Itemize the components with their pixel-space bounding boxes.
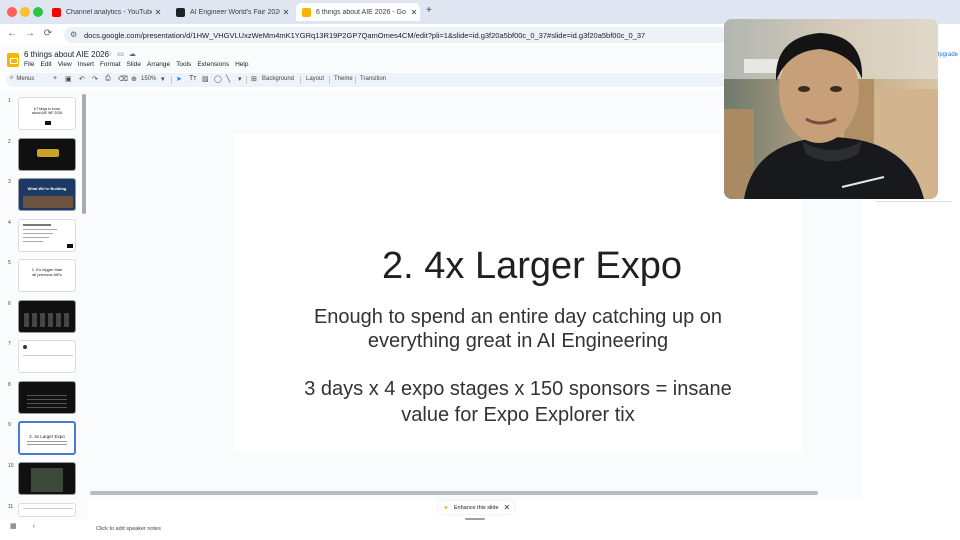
tab-ai-engineer[interactable]: AI Engineer World's Fair 2026 ✕: [170, 3, 292, 21]
thumbnail-graphic: [37, 149, 59, 157]
paint-format-icon[interactable]: ⌫: [118, 75, 128, 83]
move-folder-icon[interactable]: ▭: [117, 51, 129, 58]
zoom-select[interactable]: 150%: [141, 76, 156, 82]
print-icon[interactable]: ⎙: [105, 75, 111, 83]
text-box-icon[interactable]: Tт: [189, 75, 196, 82]
layout-button[interactable]: Layout: [306, 76, 324, 82]
menu-format[interactable]: Format: [100, 61, 121, 68]
line-dropdown-icon[interactable]: ▾: [238, 75, 242, 83]
slide-thumbnail[interactable]: [18, 340, 76, 373]
slide-thumbnail[interactable]: 6 Things to know about AIE WF 2026: [18, 97, 76, 130]
maximize-window-button[interactable]: [33, 7, 43, 17]
image-icon[interactable]: ▨: [202, 75, 209, 83]
slide-title[interactable]: 2. 4x Larger Expo: [233, 245, 831, 288]
thumbnail-logo: [45, 121, 51, 125]
menu-tools[interactable]: Tools: [176, 61, 191, 68]
menu-extensions[interactable]: Extensions: [197, 61, 229, 68]
tab-google-slides[interactable]: 6 things about AIE 2026 - Go ✕: [296, 3, 420, 21]
line-icon[interactable]: ╲: [226, 75, 230, 83]
grid-view-icon[interactable]: ▦: [10, 523, 17, 530]
slide-thumbnail[interactable]: [18, 462, 76, 495]
menu-slide[interactable]: Slide: [127, 61, 141, 68]
close-window-button[interactable]: [7, 7, 17, 17]
toolbar-divider: [329, 76, 330, 84]
slide-filmstrip: 1 6 Things to know about AIE WF 2026 2 3…: [0, 90, 88, 520]
background-button[interactable]: Background: [262, 76, 294, 82]
transition-button[interactable]: Transition: [360, 76, 386, 82]
current-slide[interactable]: 2. 4x Larger Expo Enough to spend an ent…: [233, 133, 803, 453]
shape-icon[interactable]: ◯: [214, 75, 222, 83]
close-icon[interactable]: ✕: [152, 8, 164, 17]
reload-button[interactable]: ⟳: [41, 28, 55, 39]
sparkle-icon: ✦: [443, 504, 449, 512]
cloud-status-icon[interactable]: ☁: [129, 51, 141, 58]
toolbar-divider: [355, 76, 356, 84]
new-slide-layout-icon[interactable]: ▣: [65, 75, 72, 83]
close-icon[interactable]: ✕: [408, 8, 420, 17]
minimize-window-button[interactable]: [20, 7, 30, 17]
slide-thumbnail[interactable]: [18, 138, 76, 171]
menu-arrange[interactable]: Arrange: [147, 61, 170, 68]
slide-thumbnail[interactable]: [18, 381, 76, 414]
collapse-filmstrip-icon[interactable]: ‹: [33, 523, 35, 530]
slide-thumbnail[interactable]: [18, 503, 76, 517]
slide-body-text[interactable]: Enough to spend an entire day catching u…: [263, 305, 773, 353]
toolbar-divider: [171, 76, 172, 84]
toolbar-divider: [300, 76, 301, 84]
close-icon[interactable]: ✕: [280, 8, 292, 17]
close-icon[interactable]: ✕: [504, 503, 511, 512]
theme-button[interactable]: Theme: [334, 76, 353, 82]
speaker-notes-resize-handle[interactable]: [465, 518, 485, 520]
ai-engineer-icon: [176, 7, 185, 17]
slide-thumbnail[interactable]: [18, 219, 76, 252]
new-slide-icon[interactable]: +: [53, 75, 57, 82]
slide-thumbnail-selected[interactable]: 2. 4x Larger Expo: [18, 421, 76, 455]
search-icon: ⌕: [10, 75, 14, 81]
slide-thumbnail[interactable]: [18, 300, 76, 333]
google-slides-logo-icon[interactable]: [7, 53, 19, 67]
forward-button[interactable]: →: [23, 28, 37, 39]
zoom-icon[interactable]: ⊕: [131, 75, 137, 83]
filmstrip-scrollbar[interactable]: [82, 94, 86, 214]
thumbnail-photo: [23, 196, 73, 208]
upgrade-button[interactable]: Upgrade: [935, 52, 958, 58]
menu-edit[interactable]: Edit: [40, 61, 51, 68]
undo-icon[interactable]: ↶: [79, 75, 85, 83]
speaker-notes-field[interactable]: Click to add speaker notes: [96, 526, 161, 532]
document-title[interactable]: 6 things about AIE 2026: [24, 50, 109, 59]
editor-horizontal-scrollbar[interactable]: [90, 491, 818, 495]
menu-bar: File Edit View Insert Format Slide Arran…: [24, 61, 254, 68]
search-menus-button[interactable]: ⌕ Menus: [10, 75, 34, 82]
youtube-icon: [52, 7, 61, 17]
comment-icon[interactable]: ⊞: [251, 75, 257, 83]
tab-youtube-analytics[interactable]: Channel analytics - YouTube ✕: [46, 3, 164, 21]
chevron-down-icon[interactable]: ▾: [161, 75, 165, 83]
toolbar-divider: [246, 76, 247, 84]
menu-insert[interactable]: Insert: [78, 61, 94, 68]
webcam-video-overlay: [724, 19, 938, 199]
menu-view[interactable]: View: [58, 61, 72, 68]
site-info-icon[interactable]: ⚙: [70, 30, 77, 39]
url-field[interactable]: ⚙ docs.google.com/presentation/d/1HW_VHG…: [64, 27, 744, 43]
slide-body-text-2[interactable]: 3 days x 4 expo stages x 150 sponsors = …: [253, 376, 783, 428]
google-slides-icon: [302, 7, 311, 17]
menu-file[interactable]: File: [24, 61, 34, 68]
menu-help[interactable]: Help: [235, 61, 248, 68]
presenter-video-frame: [724, 19, 938, 199]
redo-icon[interactable]: ↷: [92, 75, 98, 83]
select-cursor-icon[interactable]: ➤: [176, 75, 182, 83]
slide-thumbnail[interactable]: 1. It's bigger than all previous AIEs: [18, 259, 76, 292]
slide-thumbnail[interactable]: What We're Building: [18, 178, 76, 211]
star-icon[interactable]: ☆: [106, 51, 117, 58]
new-tab-button[interactable]: +: [426, 5, 432, 16]
enhance-slide-chip[interactable]: ✦ Enhance this slide ✕: [438, 501, 516, 514]
back-button[interactable]: ←: [5, 28, 19, 39]
